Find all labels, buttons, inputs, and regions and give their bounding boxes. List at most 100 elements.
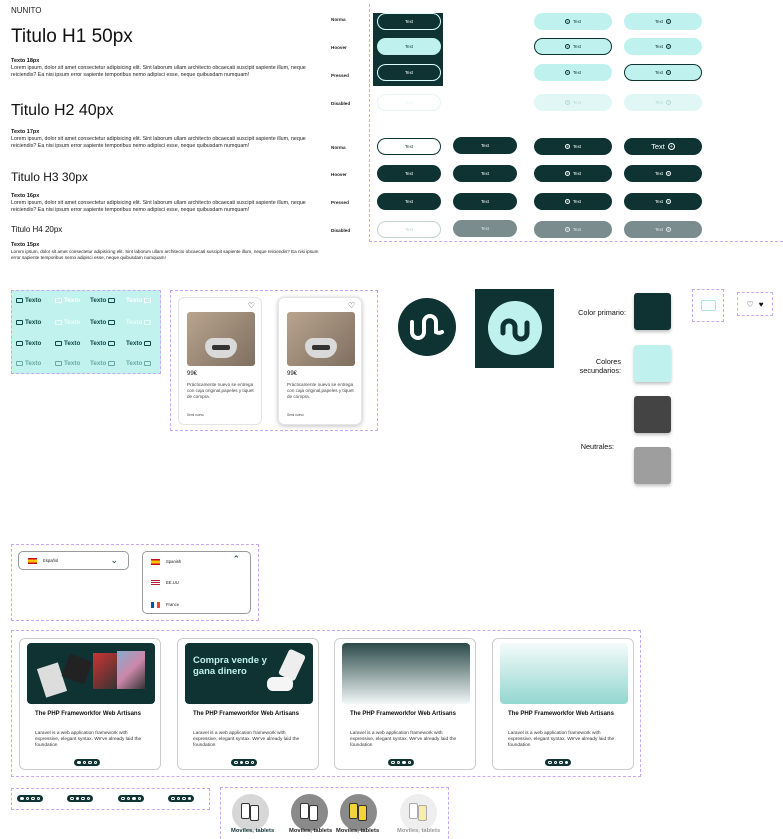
- tag-item[interactable]: Texto: [126, 340, 152, 347]
- category-mobiles-icon-hover[interactable]: [291, 794, 328, 831]
- product-card-hover[interactable]: ♡ 99€ Prácticamente nuevo se entrega con…: [278, 297, 362, 425]
- pagination-dots-3[interactable]: [118, 795, 144, 802]
- button-dark-icon-right-pressed[interactable]: Text +: [624, 193, 702, 210]
- tag-item[interactable]: Texto: [55, 340, 80, 347]
- tag-item[interactable]: Texto: [16, 319, 41, 326]
- button-mint-icon-right-hover[interactable]: Text +: [624, 38, 702, 55]
- tag-item[interactable]: Texto: [55, 297, 80, 304]
- button-dark-hover[interactable]: Text: [453, 165, 517, 182]
- tag-item[interactable]: Texto: [126, 297, 152, 304]
- button-outline-light-pressed[interactable]: Text: [377, 64, 441, 81]
- tray-icon: [16, 361, 23, 366]
- heading-h2-sample: Titulo H2 40px: [11, 102, 114, 119]
- state-label-pressed-2: Pressed: [331, 200, 349, 205]
- phone-icon: [250, 805, 259, 821]
- tag-item[interactable]: Texto: [55, 360, 80, 367]
- button-dark-icon-normal[interactable]: + Text: [534, 138, 612, 155]
- category-mobiles-icon-pressed[interactable]: [340, 794, 377, 831]
- button-outline-normal[interactable]: Text: [377, 138, 441, 155]
- blog-card[interactable]: Compra vende y gana dinero The PHP Frame…: [177, 638, 319, 770]
- tray-icon: [55, 361, 62, 366]
- pagination-dots[interactable]: [388, 759, 414, 766]
- button-outline-pressed[interactable]: Text: [377, 193, 441, 210]
- tray-icon: [144, 361, 152, 366]
- pagination-dots-2[interactable]: [67, 795, 93, 802]
- category-mobiles-icon[interactable]: [232, 794, 269, 831]
- tag-item[interactable]: Texto: [126, 319, 152, 326]
- button-mint-icon-right-pressed[interactable]: Text +: [624, 64, 702, 81]
- button-mint-icon-normal[interactable]: + Text: [534, 13, 612, 30]
- pagination-dots-1[interactable]: [17, 795, 43, 802]
- pagination-dots[interactable]: [74, 759, 100, 766]
- button-mint-icon-right-disabled[interactable]: Text +: [624, 94, 702, 111]
- button-dark-icon-pressed[interactable]: + Text: [534, 193, 612, 210]
- button-dark-normal[interactable]: Text: [453, 137, 517, 154]
- button-mint-icon-pressed[interactable]: + Text: [534, 64, 612, 81]
- tag-item[interactable]: Texto: [16, 340, 41, 347]
- add-icon: +: [666, 44, 672, 49]
- state-label-normal: Norma: [331, 17, 346, 22]
- button-dark-disabled[interactable]: Text: [453, 220, 517, 237]
- tag-item[interactable]: Texto: [55, 319, 80, 326]
- button-outline-hover[interactable]: Text: [377, 165, 441, 182]
- add-icon: +: [564, 19, 570, 24]
- tag-item[interactable]: Texto: [126, 360, 152, 367]
- state-label-disabled-2: Disabled: [331, 228, 351, 233]
- category-mobiles-icon-disabled[interactable]: [400, 794, 437, 831]
- tag-item[interactable]: Texto: [16, 297, 41, 304]
- tag-item[interactable]: Texto: [90, 319, 116, 326]
- button-outline-light-hover[interactable]: Text: [377, 38, 441, 55]
- heart-filled-icon[interactable]: ♥: [759, 300, 764, 309]
- button-outline-light-normal[interactable]: Text: [377, 13, 441, 30]
- language-option-france[interactable]: France: [151, 602, 179, 608]
- tray-icon: [108, 341, 116, 346]
- tray-icon: [108, 320, 116, 325]
- blog-image-promo: Compra vende y gana dinero: [185, 643, 313, 704]
- secondary-colors-label: Colores secundarios:: [579, 357, 621, 375]
- add-icon: +: [564, 144, 570, 149]
- language-option-usa[interactable]: EE.UU: [151, 580, 179, 586]
- tag-item[interactable]: Texto: [90, 360, 116, 367]
- tag-item[interactable]: Texto: [90, 297, 116, 304]
- button-dark-icon-right-normal[interactable]: Text +: [624, 138, 702, 155]
- button-mint-icon-disabled[interactable]: + Text: [534, 94, 612, 111]
- product-card[interactable]: ♡ 99€ Prácticamente nuevo se entrega con…: [178, 297, 262, 425]
- button-dark-icon-disabled[interactable]: + Text: [534, 221, 612, 238]
- add-icon: +: [564, 100, 570, 105]
- product-price: 99€: [287, 371, 298, 377]
- tag-item[interactable]: Texto: [16, 360, 41, 367]
- tray-icon: [108, 361, 116, 366]
- heart-outline-icon[interactable]: ♡: [248, 301, 255, 310]
- category-label: Moviles, tablets: [289, 828, 333, 834]
- button-outline-light-disabled[interactable]: Text: [377, 94, 441, 111]
- button-mint-icon-hover[interactable]: + Text: [534, 38, 612, 55]
- heading-h1-sample: Titulo H1 50px: [11, 26, 133, 47]
- pagination-dots-4[interactable]: [168, 795, 194, 802]
- logo-square: [475, 289, 554, 368]
- blog-card[interactable]: The PHP Frameworkfor Web Artisans Larave…: [19, 638, 161, 770]
- button-mint-icon-right-normal[interactable]: Text +: [624, 13, 702, 30]
- logo-round: [398, 298, 456, 356]
- pagination-dots[interactable]: [231, 759, 257, 766]
- heart-outline-icon[interactable]: ♡: [747, 300, 754, 309]
- add-icon: +: [666, 171, 672, 176]
- logo-mark-icon: [410, 314, 444, 340]
- language-option-spanish[interactable]: Spanish: [151, 559, 181, 565]
- button-dark-icon-hover[interactable]: + Text: [534, 165, 612, 182]
- language-select-closed[interactable]: Español ⌄: [18, 551, 129, 570]
- button-outline-disabled[interactable]: Text: [377, 221, 441, 238]
- tray-icon[interactable]: [700, 300, 716, 311]
- blog-card[interactable]: The PHP Frameworkfor Web Artisans Larave…: [334, 638, 476, 770]
- blog-card[interactable]: The PHP Frameworkfor Web Artisans Larave…: [492, 638, 634, 770]
- language-select-open[interactable]: Spanish ⌃ EE.UU France: [142, 551, 251, 614]
- button-dark-pressed[interactable]: Text: [453, 193, 517, 210]
- button-dark-icon-right-hover[interactable]: Text +: [624, 165, 702, 182]
- heart-outline-icon[interactable]: ♡: [348, 301, 355, 310]
- phone-icon: [418, 805, 427, 821]
- blog-description: Laravel is a web application framework w…: [35, 731, 142, 749]
- pagination-dots[interactable]: [545, 759, 571, 766]
- button-dark-icon-right-disabled[interactable]: Text +: [624, 221, 702, 238]
- tag-item[interactable]: Texto: [90, 340, 116, 347]
- blog-description: Laravel is a web application framework w…: [193, 731, 300, 749]
- add-icon: +: [666, 227, 672, 232]
